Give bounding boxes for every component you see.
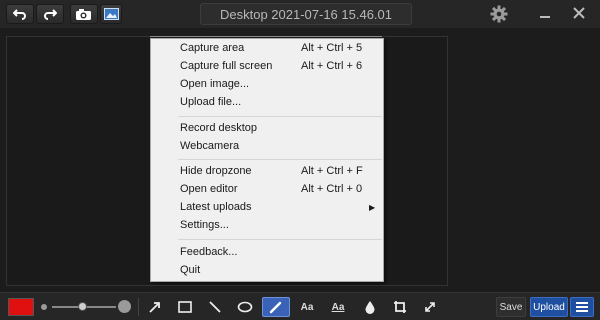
save-button-label: Save bbox=[499, 301, 523, 313]
menu-item-label: Latest uploads bbox=[180, 201, 252, 213]
window-title: Desktop 2021-07-16 15.46.01 bbox=[200, 3, 412, 25]
redo-button[interactable] bbox=[36, 4, 64, 24]
menu-item-webcamera[interactable]: Webcamera bbox=[151, 137, 383, 155]
text-shadow-tool[interactable]: Aa bbox=[326, 297, 350, 317]
rectangle-icon bbox=[178, 301, 192, 313]
close-icon bbox=[573, 7, 585, 19]
menu-item-shortcut: Alt + Ctrl + 0 bbox=[301, 183, 363, 195]
menu-separator bbox=[178, 159, 382, 160]
pen-tool[interactable] bbox=[262, 297, 290, 317]
toolbar-divider bbox=[138, 298, 139, 316]
menu-item-label: Feedback... bbox=[180, 246, 238, 258]
crop-tool[interactable] bbox=[388, 297, 412, 317]
save-button[interactable]: Save bbox=[496, 297, 526, 317]
capture-button[interactable] bbox=[70, 4, 98, 24]
menu-item-settings[interactable]: Settings... bbox=[151, 216, 383, 234]
menu-item-hide-dropzone[interactable]: Hide dropzone Alt + Ctrl + F bbox=[151, 162, 383, 180]
menu-item-label: Quit bbox=[180, 264, 201, 276]
menu-item-label: Open image... bbox=[180, 78, 250, 90]
crop-icon bbox=[394, 301, 406, 313]
menu-item-quit[interactable]: Quit bbox=[151, 261, 383, 279]
menu-item-record-desktop[interactable]: Record desktop bbox=[151, 119, 383, 137]
image-icon bbox=[103, 8, 119, 20]
text-shadow-icon: Aa bbox=[331, 301, 345, 313]
menu-item-label: Capture full screen bbox=[180, 60, 273, 72]
gear-icon bbox=[490, 5, 508, 23]
upload-button-label: Upload bbox=[533, 301, 565, 313]
settings-button[interactable] bbox=[488, 3, 510, 25]
open-image-button[interactable] bbox=[100, 4, 122, 24]
menu-separator bbox=[178, 116, 382, 117]
line-icon bbox=[209, 301, 221, 313]
ellipse-icon bbox=[237, 301, 253, 313]
blur-tool[interactable] bbox=[358, 297, 382, 317]
rectangle-tool[interactable] bbox=[173, 297, 197, 317]
menu-item-label: Capture area bbox=[180, 42, 245, 54]
blur-drop-icon bbox=[365, 301, 375, 314]
resize-icon bbox=[425, 302, 435, 312]
menu-item-shortcut: Alt + Ctrl + 5 bbox=[301, 42, 363, 54]
menu-item-feedback[interactable]: Feedback... bbox=[151, 243, 383, 261]
menu-item-shortcut: Alt + Ctrl + F bbox=[301, 165, 363, 177]
size-small-icon bbox=[41, 304, 47, 310]
menu-item-label: Upload file... bbox=[180, 96, 242, 108]
top-toolbar: Desktop 2021-07-16 15.46.01 bbox=[0, 0, 600, 28]
submenu-arrow-icon: ▶ bbox=[369, 202, 376, 212]
minimize-button[interactable] bbox=[538, 6, 552, 20]
menu-item-label: Open editor bbox=[180, 183, 238, 195]
arrow-tool[interactable] bbox=[143, 297, 167, 317]
camera-icon bbox=[76, 8, 91, 20]
menu-item-latest-uploads[interactable]: Latest uploads ▶ bbox=[151, 198, 383, 216]
bottom-toolbar: Aa Aa Save Upload bbox=[0, 292, 600, 320]
text-icon: Aa bbox=[300, 301, 314, 313]
menu-item-label: Record desktop bbox=[180, 122, 258, 134]
ellipse-tool[interactable] bbox=[233, 297, 257, 317]
menu-item-label: Webcamera bbox=[180, 140, 240, 152]
hamburger-menu-icon bbox=[576, 302, 588, 312]
color-picker[interactable] bbox=[8, 298, 34, 316]
context-menu: Capture area Alt + Ctrl + 5 Capture full… bbox=[150, 38, 384, 282]
menu-item-shortcut: Alt + Ctrl + 6 bbox=[301, 60, 363, 72]
menu-button[interactable] bbox=[570, 297, 594, 317]
undo-button[interactable] bbox=[6, 4, 34, 24]
menu-item-open-editor[interactable]: Open editor Alt + Ctrl + 0 bbox=[151, 180, 383, 198]
resize-tool[interactable] bbox=[418, 297, 442, 317]
menu-item-capture-full-screen[interactable]: Capture full screen Alt + Ctrl + 6 bbox=[151, 57, 383, 75]
redo-icon bbox=[44, 9, 57, 20]
size-slider-handle[interactable] bbox=[78, 302, 87, 311]
menu-separator bbox=[178, 239, 382, 240]
window-title-text: Desktop 2021-07-16 15.46.01 bbox=[219, 6, 392, 22]
text-tool[interactable]: Aa bbox=[296, 297, 318, 317]
undo-icon bbox=[13, 9, 26, 20]
close-button[interactable] bbox=[572, 6, 586, 20]
minimize-icon bbox=[540, 16, 550, 18]
size-large-icon bbox=[118, 300, 131, 313]
line-tool[interactable] bbox=[203, 297, 227, 317]
menu-item-upload-file[interactable]: Upload file... bbox=[151, 93, 383, 111]
menu-item-open-image[interactable]: Open image... bbox=[151, 75, 383, 93]
menu-item-capture-area[interactable]: Capture area Alt + Ctrl + 5 bbox=[151, 39, 383, 57]
pen-icon bbox=[269, 301, 282, 314]
menu-item-label: Hide dropzone bbox=[180, 165, 252, 177]
upload-button[interactable]: Upload bbox=[530, 297, 568, 317]
menu-item-label: Settings... bbox=[180, 219, 229, 231]
arrow-icon bbox=[149, 302, 160, 313]
